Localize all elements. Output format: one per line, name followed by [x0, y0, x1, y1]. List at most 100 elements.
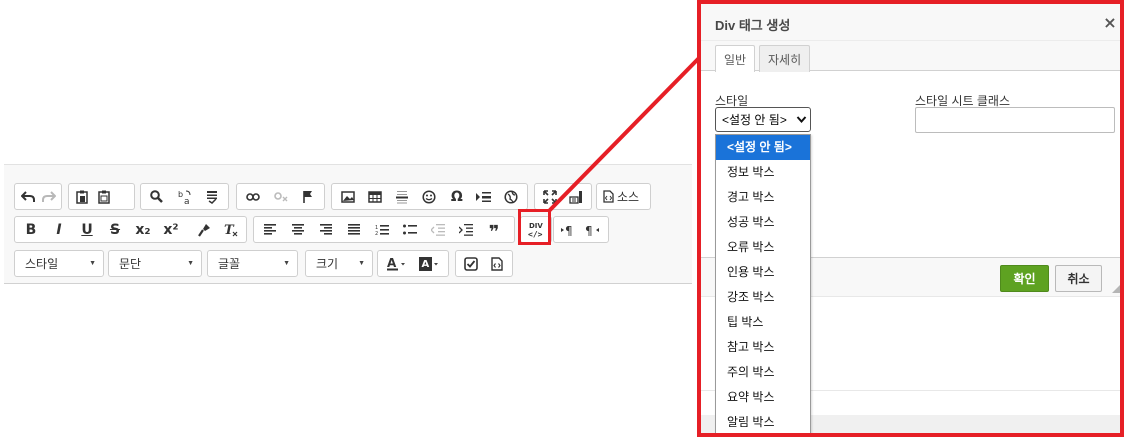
link-icon[interactable] — [239, 185, 267, 208]
font-combo[interactable]: 글꼴 ▼ — [207, 250, 298, 277]
strike-button[interactable]: S — [101, 218, 129, 241]
chevron-down-icon: ▼ — [89, 260, 96, 267]
outdent-icon[interactable] — [424, 218, 452, 241]
svg-text:A: A — [421, 259, 429, 270]
italic-button[interactable]: I — [45, 218, 73, 241]
special-char-icon[interactable]: Ω — [443, 185, 470, 208]
bulleted-list-icon[interactable] — [396, 218, 424, 241]
align-right-icon[interactable] — [312, 218, 340, 241]
source-label: 소스 — [617, 190, 640, 204]
image-icon[interactable] — [334, 185, 361, 208]
source-icon — [603, 190, 614, 203]
style-option[interactable]: 요약 박스 — [716, 385, 810, 410]
horizontal-line-icon[interactable] — [389, 185, 416, 208]
svg-text:¶: ¶ — [585, 224, 593, 236]
bidi-group: ¶ ¶ — [553, 216, 609, 243]
paste-icon[interactable] — [71, 185, 93, 208]
close-icon[interactable]: × — [1102, 13, 1118, 32]
style-combo-label: 스타일 — [25, 257, 59, 271]
rtl-icon[interactable]: ¶ — [580, 218, 604, 241]
html-file-icon[interactable] — [484, 252, 510, 275]
style-option[interactable]: 인용 박스 — [716, 260, 810, 285]
style-option[interactable]: 강조 박스 — [716, 285, 810, 310]
checkbox-icon[interactable] — [458, 252, 484, 275]
link-group — [236, 183, 325, 210]
style-option[interactable]: 팁 박스 — [716, 310, 810, 335]
style-option[interactable]: <설정 안 됨> — [716, 135, 810, 160]
basic-styles-group: B I U S x₂ x² — [14, 216, 192, 243]
paste-word-icon[interactable] — [93, 185, 115, 208]
numbered-list-icon[interactable]: 12 — [368, 218, 396, 241]
iframe-icon[interactable] — [498, 185, 525, 208]
create-div-dialog: Div 태그 생성 × 일반 자세히 스타일 <설정 안 됨> 스타일 시트 클… — [697, 0, 1124, 437]
ok-button[interactable]: 확인 — [1000, 265, 1049, 292]
tab-advanced[interactable]: 자세히 — [759, 45, 811, 72]
text-color-icon[interactable]: A — [380, 252, 413, 275]
smiley-icon[interactable] — [416, 185, 443, 208]
source-group: 소스 — [596, 183, 651, 210]
resize-handle-icon[interactable] — [1112, 285, 1120, 293]
align-center-icon[interactable] — [284, 218, 312, 241]
page-break-icon[interactable] — [470, 185, 497, 208]
spellcheck-icon[interactable] — [198, 185, 226, 208]
size-combo-label: 크기 — [316, 257, 339, 271]
replace-icon[interactable]: ba — [171, 185, 199, 208]
bg-color-icon[interactable]: A — [413, 252, 446, 275]
undo-icon[interactable] — [17, 185, 38, 208]
extras-group — [455, 250, 513, 277]
colors-group: A A — [377, 250, 449, 277]
blockquote-icon[interactable]: ❞ — [480, 218, 508, 243]
indent-icon[interactable] — [452, 218, 480, 241]
superscript-button[interactable]: x² — [157, 218, 185, 241]
style-option[interactable]: 오류 박스 — [716, 235, 810, 260]
svg-text:A: A — [387, 257, 397, 270]
bold-button[interactable]: B — [17, 218, 45, 241]
stylesheet-class-input[interactable] — [915, 107, 1115, 133]
chevron-down-icon: ▼ — [283, 260, 290, 267]
subscript-button[interactable]: x₂ — [129, 218, 157, 241]
redo-icon[interactable] — [38, 185, 59, 208]
svg-text:a: a — [184, 197, 190, 205]
insert-group: Ω — [331, 183, 528, 210]
editor-content-area[interactable] — [4, 284, 692, 437]
style-combo[interactable]: 스타일 ▼ — [14, 250, 104, 277]
align-left-icon[interactable] — [256, 218, 284, 241]
remove-format-icon[interactable]: T — [218, 218, 245, 241]
rich-text-editor: ba Ω 소스 B I U S x₂ x² T 1 2 ❞ DIV </> ¶ … — [4, 164, 692, 437]
cancel-button[interactable]: 취소 — [1055, 265, 1102, 292]
style-option[interactable]: 주의 박스 — [716, 360, 810, 385]
source-button[interactable]: 소스 — [599, 185, 643, 208]
find-icon[interactable] — [143, 185, 171, 208]
table-icon[interactable] — [361, 185, 388, 208]
format-combo[interactable]: 문단 ▼ — [108, 250, 202, 277]
anchor-icon[interactable] — [294, 185, 322, 208]
underline-button[interactable]: U — [73, 218, 101, 241]
chevron-down-icon: ▼ — [187, 260, 194, 267]
style-option[interactable]: 경고 박스 — [716, 185, 810, 210]
view-group — [534, 183, 592, 210]
show-blocks-icon[interactable] — [563, 185, 589, 208]
style-option[interactable]: 참고 박스 — [716, 335, 810, 360]
editor-toolbar: ba Ω 소스 B I U S x₂ x² T 1 2 ❞ DIV </> ¶ … — [4, 164, 692, 284]
history-group — [14, 183, 62, 210]
format-group: T — [189, 216, 247, 243]
copy-format-icon[interactable] — [191, 218, 218, 241]
style-dropdown-list: <설정 안 됨> 정보 박스 경고 박스 성공 박스 오류 박스 인용 박스 강조 박스 팁 … — [715, 134, 811, 433]
maximize-icon[interactable] — [537, 185, 563, 208]
paragraph-group: 12 ❞ — [253, 216, 515, 243]
ltr-icon[interactable]: ¶ — [556, 218, 580, 241]
tab-general[interactable]: 일반 — [715, 45, 756, 72]
chevron-down-icon: ▼ — [358, 260, 365, 267]
style-option[interactable]: 알림 박스 — [716, 410, 810, 433]
style-select[interactable]: <설정 안 됨> — [715, 107, 811, 132]
unlink-icon[interactable] — [267, 185, 295, 208]
svg-text:b: b — [178, 190, 183, 199]
size-combo[interactable]: 크기 ▼ — [305, 250, 373, 277]
find-group: ba — [140, 183, 229, 210]
align-justify-icon[interactable] — [340, 218, 368, 241]
style-select-value: <설정 안 됨> — [722, 113, 787, 127]
style-option[interactable]: 성공 박스 — [716, 210, 810, 235]
dialog-title: Div 태그 생성 — [701, 4, 1120, 41]
style-option[interactable]: 정보 박스 — [716, 160, 810, 185]
svg-text:¶: ¶ — [565, 224, 573, 236]
